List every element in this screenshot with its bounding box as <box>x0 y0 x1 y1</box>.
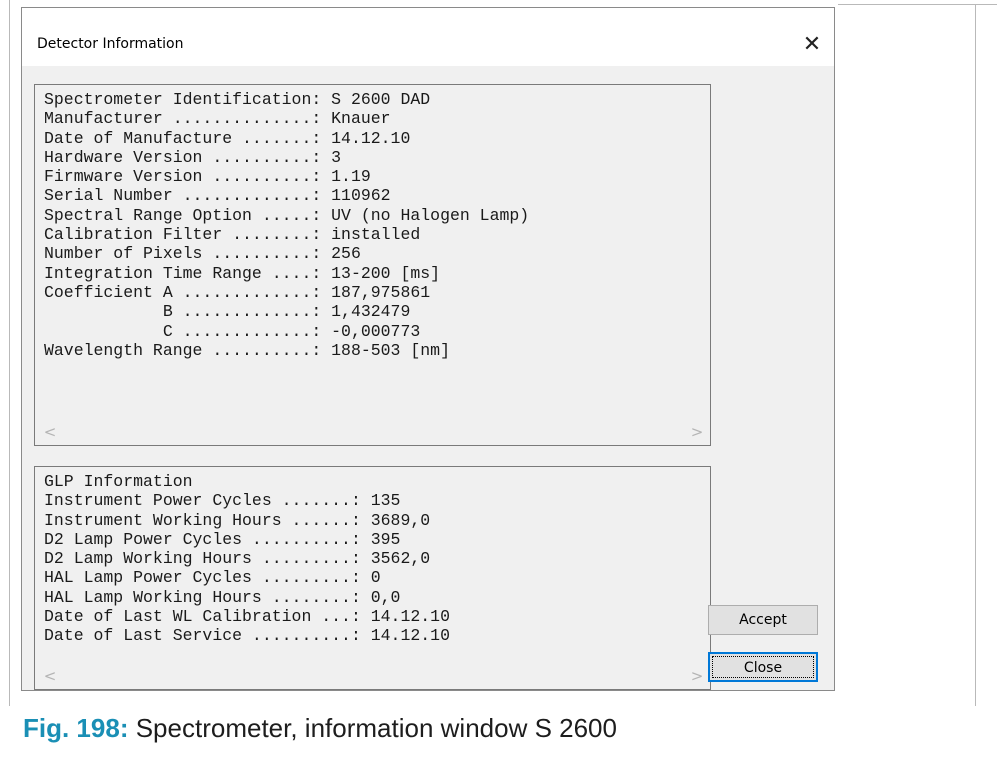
chevron-left-icon[interactable]: < <box>40 422 60 442</box>
accept-button[interactable]: Accept <box>708 605 818 635</box>
spectrometer-info-line: Date of Manufacture .......: 14.12.10 <box>44 128 411 148</box>
spectrometer-info-line: Manufacturer ..............: Knauer <box>44 109 391 129</box>
spectrometer-info-line: Hardware Version ..........: 3 <box>44 147 342 167</box>
glp-info-line: D2 Lamp Power Cycles ..........: 395 <box>44 529 401 549</box>
spectrometer-info-textbox[interactable]: Spectrometer Identification: S 2600 DAD … <box>34 84 711 446</box>
spectrometer-info-line: Spectrometer Identification: S 2600 DAD <box>44 90 431 109</box>
document-frame-left-rule <box>9 0 10 706</box>
glp-info-line: Date of Last Service ..........: 14.12.1… <box>44 626 450 646</box>
glp-info-line: Date of Last WL Calibration ...: 14.12.1… <box>44 607 450 627</box>
spectrometer-info-line: Wavelength Range ..........: 188-503 [nm… <box>44 340 450 360</box>
spectrometer-info-line: Firmware Version ..........: 1.19 <box>44 167 371 187</box>
spectrometer-info-line: Serial Number .............: 110962 <box>44 186 391 206</box>
figure-caption-text: Spectrometer, information window S 2600 <box>135 713 617 743</box>
spectrometer-info-line: Number of Pixels ..........: 256 <box>44 244 361 264</box>
glp-info-line: D2 Lamp Working Hours .........: 3562,0 <box>44 549 431 569</box>
glp-info-line: HAL Lamp Working Hours ........: 0,0 <box>44 587 401 607</box>
document-frame-top-rule <box>838 4 997 5</box>
chevron-right-icon[interactable]: > <box>687 422 707 442</box>
spectrometer-info-line: C .............: -0,000773 <box>44 321 421 341</box>
dialog-titlebar: Detector Information ✕ <box>22 8 834 66</box>
spectrometer-info-line: Coefficient A .............: 187,975861 <box>44 282 431 302</box>
spectrometer-info-lines: Spectrometer Identification: S 2600 DAD … <box>44 90 529 360</box>
glp-info-horizontal-scrollbar[interactable]: < > <box>35 663 710 689</box>
dialog-title: Detector Information <box>37 36 184 52</box>
close-button[interactable]: Close <box>708 652 818 682</box>
spectrometer-info-line: Spectral Range Option .....: UV (no Halo… <box>44 205 530 225</box>
close-icon[interactable]: ✕ <box>797 30 827 60</box>
glp-info-line: Instrument Working Hours ......: 3689,0 <box>44 510 431 530</box>
close-button-label: Close <box>712 656 814 678</box>
glp-info-line: Instrument Power Cycles .......: 135 <box>44 491 401 511</box>
spectrometer-info-line: B .............: 1,432479 <box>44 302 411 322</box>
detector-information-dialog: Detector Information ✕ Spectrometer Iden… <box>21 7 835 691</box>
glp-info-lines: GLP Information Instrument Power Cycles … <box>44 472 450 646</box>
spectrometer-info-line: Integration Time Range ....: 13-200 [ms] <box>44 263 441 283</box>
figure-caption: Fig. 198: Spectrometer, information wind… <box>23 713 617 744</box>
glp-info-textbox[interactable]: GLP Information Instrument Power Cycles … <box>34 466 711 690</box>
spectrometer-info-horizontal-scrollbar[interactable]: < > <box>35 419 710 445</box>
glp-info-line: HAL Lamp Power Cycles .........: 0 <box>44 568 381 588</box>
document-frame-right-rule <box>975 4 976 706</box>
glp-info-line: GLP Information <box>44 472 193 491</box>
chevron-right-icon[interactable]: > <box>687 666 707 686</box>
figure-label: Fig. 198: <box>23 713 129 743</box>
chevron-left-icon[interactable]: < <box>40 666 60 686</box>
spectrometer-info-line: Calibration Filter ........: installed <box>44 225 421 245</box>
